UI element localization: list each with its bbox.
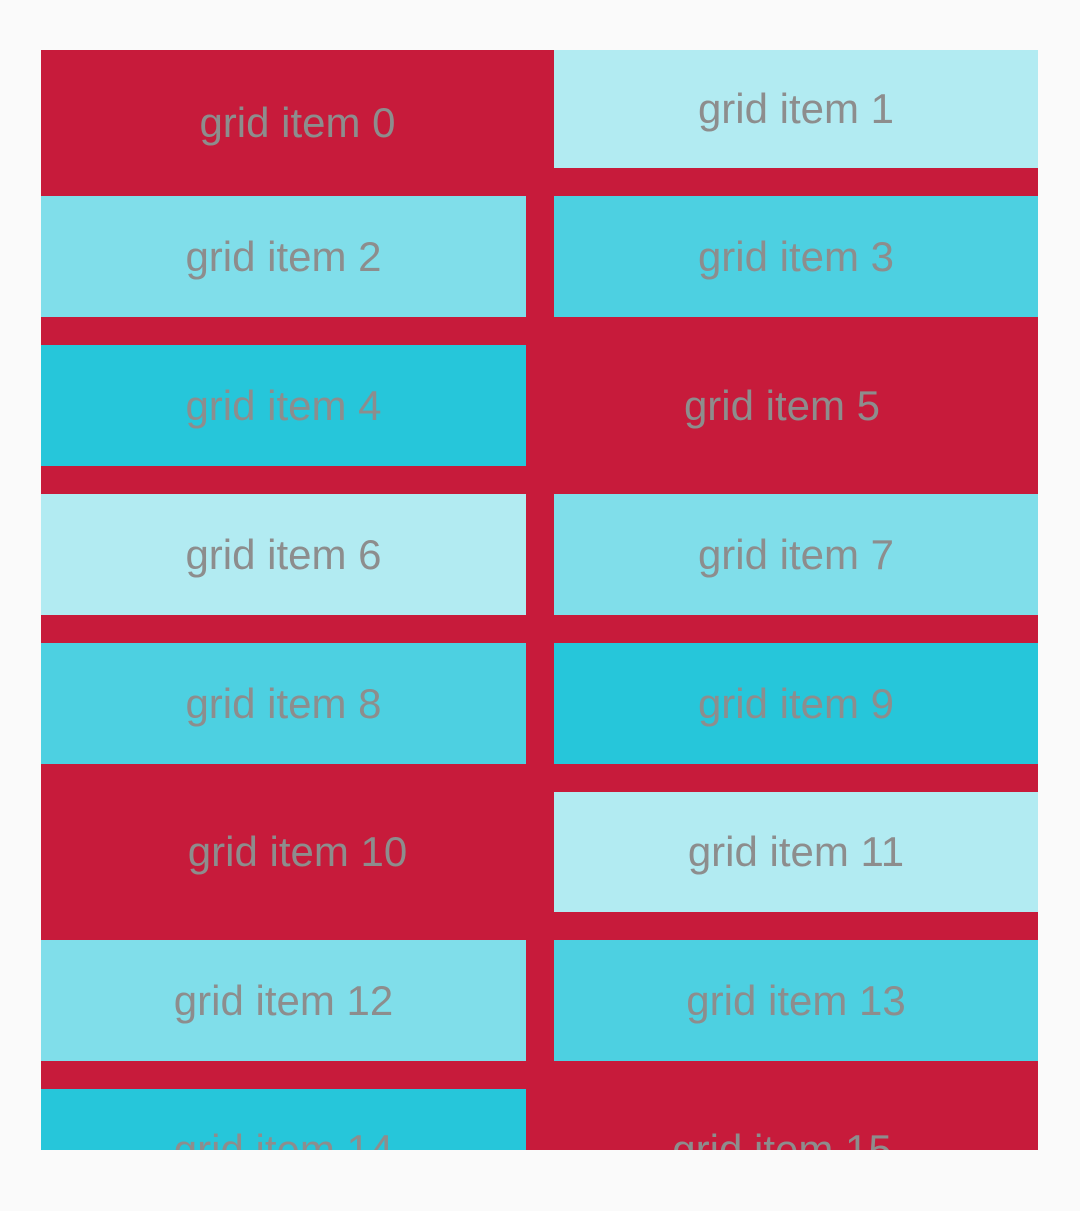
- grid-item-4[interactable]: grid item 4: [41, 345, 526, 466]
- grid-item-label: grid item 1: [697, 85, 895, 132]
- grid-item-label: grid item 7: [697, 530, 895, 578]
- grid-item-0[interactable]: grid item 0: [41, 50, 554, 196]
- grid-item-6[interactable]: grid item 6: [41, 494, 526, 615]
- grid-item-12[interactable]: grid item 12: [41, 940, 526, 1061]
- grid-item-label: grid item 10: [187, 828, 408, 875]
- grid-item-label: grid item 6: [185, 530, 382, 578]
- grid-item-label: grid item 11: [687, 828, 905, 875]
- grid-item-10[interactable]: grid item 10: [41, 764, 554, 940]
- grid-item-1[interactable]: grid item 1: [554, 50, 1038, 168]
- grid-item-9[interactable]: grid item 9: [554, 643, 1038, 764]
- grid-item-label: grid item 14: [173, 1125, 394, 1150]
- grid-item-label: grid item 13: [686, 976, 906, 1024]
- grid-item-label: grid item 15: [672, 1125, 892, 1150]
- grid-item-3[interactable]: grid item 3: [554, 196, 1038, 317]
- grid-item-15[interactable]: grid item 15: [526, 1061, 1038, 1150]
- grid-item-label: grid item 9: [697, 679, 895, 727]
- grid-item-label: grid item 12: [173, 976, 394, 1024]
- grid-item-label: grid item 4: [185, 381, 382, 429]
- grid-item-label: grid item 8: [185, 679, 382, 727]
- grid-item-11[interactable]: grid item 11: [554, 792, 1038, 912]
- grid-item-label: grid item 0: [199, 99, 396, 146]
- grid-item-label: grid item 2: [185, 232, 382, 280]
- grid-item-8[interactable]: grid item 8: [41, 643, 526, 764]
- grid-view[interactable]: grid item 0 grid item 1 grid item 2 grid…: [41, 50, 1038, 1150]
- grid-item-5[interactable]: grid item 5: [526, 317, 1038, 494]
- grid-item-13[interactable]: grid item 13: [554, 940, 1038, 1061]
- grid-item-7[interactable]: grid item 7: [554, 494, 1038, 615]
- grid-item-14[interactable]: grid item 14: [41, 1089, 526, 1150]
- grid-item-label: grid item 3: [697, 232, 895, 280]
- grid-item-2[interactable]: grid item 2: [41, 196, 526, 317]
- grid-item-label: grid item 5: [683, 381, 881, 429]
